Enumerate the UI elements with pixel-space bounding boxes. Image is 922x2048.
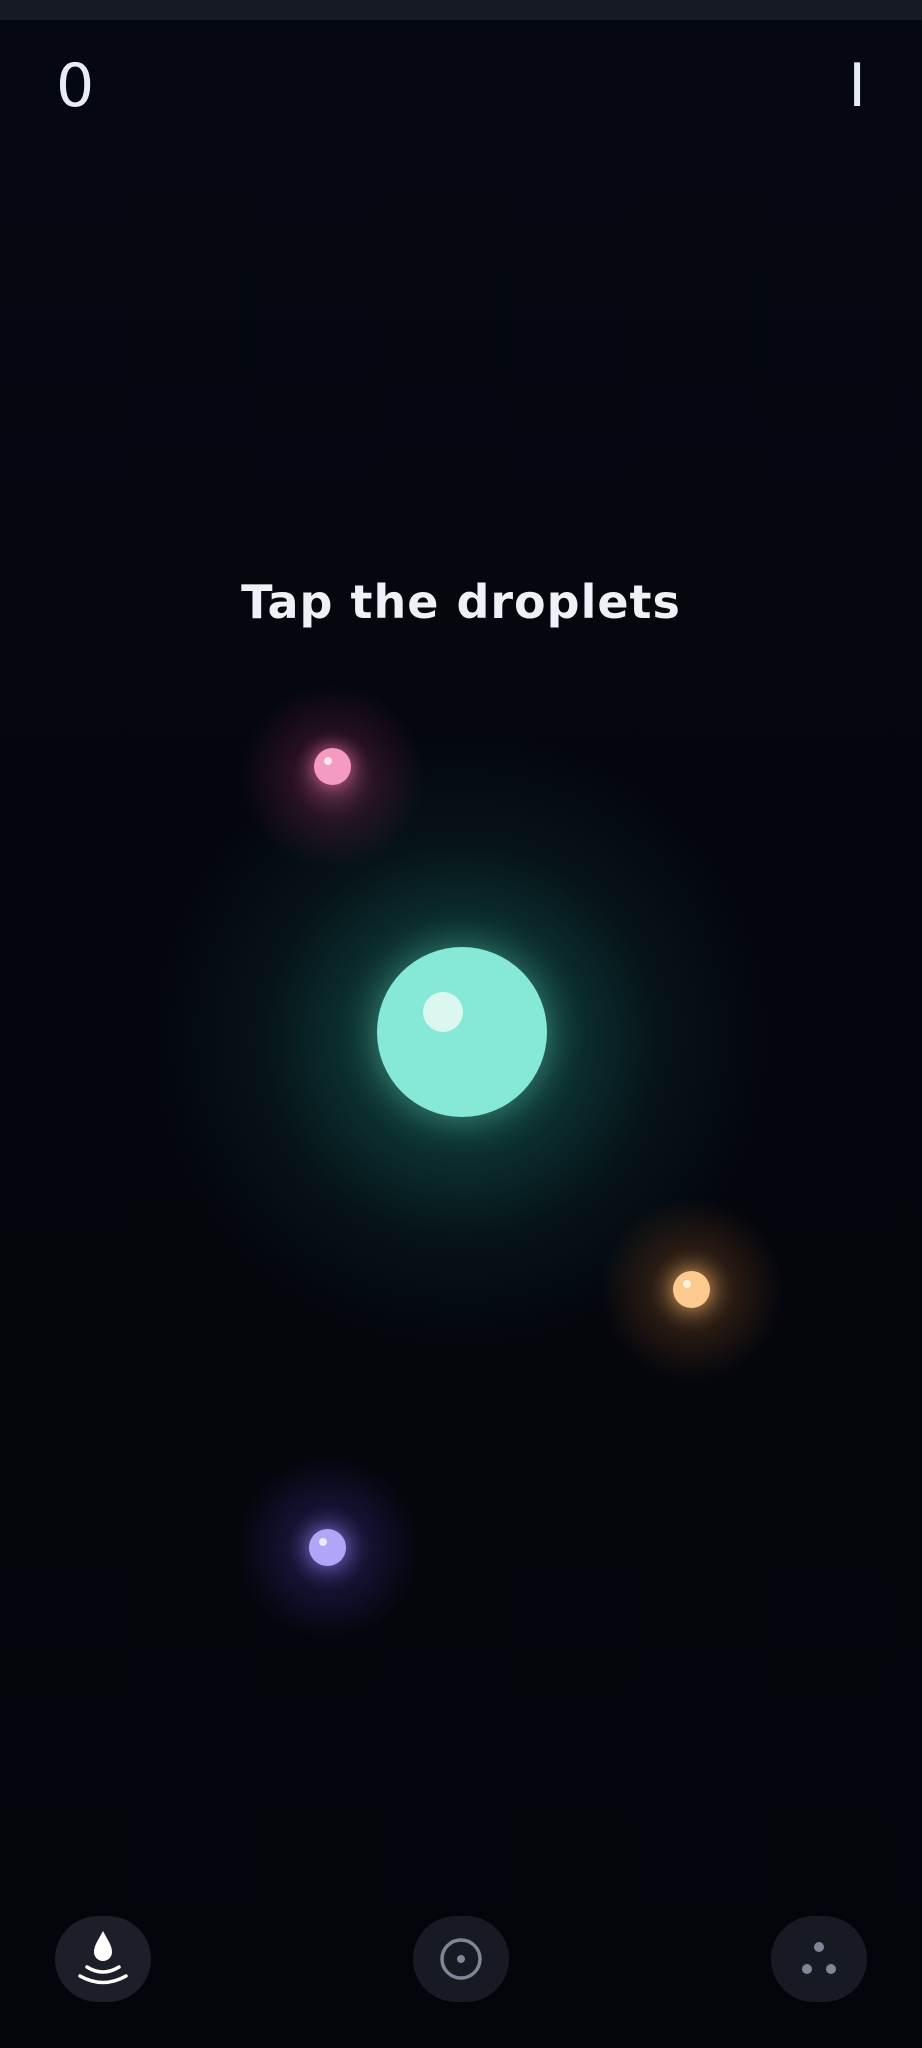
pink-droplet[interactable] [314, 748, 351, 785]
violet-droplet[interactable] [309, 1529, 346, 1566]
status-bar [0, 0, 922, 20]
nav-dots-button[interactable] [771, 1916, 867, 2002]
droplet-highlight [683, 1280, 691, 1288]
score-counter: 0 [56, 51, 95, 121]
nav-droplet-button[interactable] [55, 1916, 151, 2002]
nav-target-button[interactable] [413, 1916, 509, 2002]
droplet-highlight [319, 1538, 327, 1546]
three-dots-icon [802, 1942, 836, 1974]
instruction-text: Tap the droplets [241, 575, 681, 629]
orange-droplet[interactable] [673, 1271, 710, 1308]
game-screen: 0 I Tap the droplets [0, 0, 922, 2048]
droplet-highlight [324, 757, 332, 765]
droplet-highlight [423, 992, 463, 1032]
target-icon [440, 1938, 482, 1980]
droplet-ripple-icon [78, 1931, 128, 1985]
level-indicator: I [848, 51, 866, 121]
main-droplet[interactable] [377, 947, 547, 1117]
